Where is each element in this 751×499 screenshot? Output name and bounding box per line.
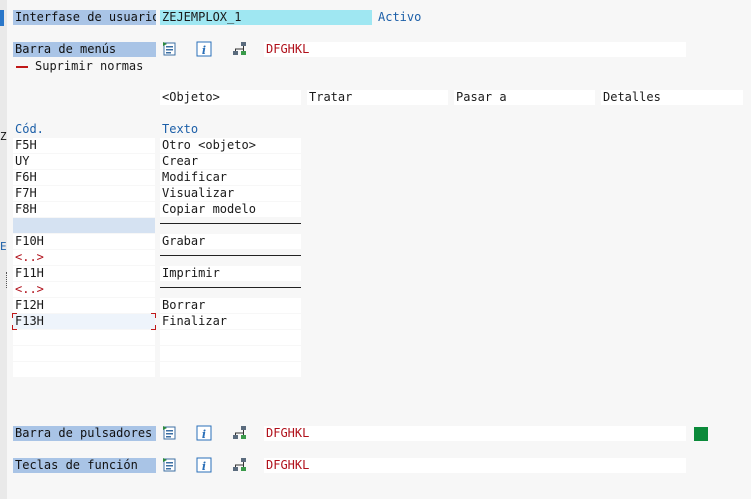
row-text-cell[interactable]: Visualizar — [160, 186, 301, 201]
row-code-cell[interactable]: <..> — [13, 282, 155, 297]
row-code-cell[interactable] — [13, 346, 155, 361]
row-code-cell[interactable]: F8H — [13, 202, 155, 217]
row-text-cell[interactable]: Grabar — [160, 234, 301, 249]
hierarchy-icon[interactable] — [232, 425, 248, 441]
function-keys-label: Teclas de función — [13, 458, 156, 473]
object-list-icon[interactable] — [162, 41, 178, 57]
row-text-cell[interactable] — [160, 362, 301, 377]
selection-bracket-bl — [12, 325, 17, 330]
separator-line — [160, 255, 301, 256]
hierarchy-icon[interactable] — [232, 457, 248, 473]
menu-col-tratar[interactable]: Tratar — [307, 90, 448, 105]
selection-bracket-br — [151, 325, 156, 330]
suppress-norms-link[interactable]: Suprimir normas — [35, 59, 143, 74]
row-code-cell[interactable]: F12H — [13, 298, 155, 313]
left-edge-grip[interactable] — [6, 272, 9, 288]
row-text-cell[interactable] — [160, 330, 301, 345]
row-code-cell[interactable] — [13, 330, 155, 345]
row-text-cell[interactable] — [160, 218, 301, 233]
left-edge-marker-top — [0, 10, 4, 26]
row-text-cell[interactable]: Crear — [160, 154, 301, 169]
svg-text:i: i — [202, 460, 206, 473]
row-code-cell[interactable]: F10H — [13, 234, 155, 249]
row-text-cell[interactable]: Otro <objeto> — [160, 138, 301, 153]
row-text-cell[interactable] — [160, 282, 301, 297]
row-code-cell[interactable]: F6H — [13, 170, 155, 185]
row-code-cell[interactable] — [13, 362, 155, 377]
separator-line — [160, 223, 301, 224]
row-code-cell[interactable]: F5H — [13, 138, 155, 153]
svg-text:i: i — [202, 428, 206, 441]
info-icon[interactable]: i — [196, 425, 212, 441]
row-text-cell[interactable]: Modificar — [160, 170, 301, 185]
svg-text:i: i — [202, 44, 206, 57]
object-list-icon[interactable] — [162, 425, 178, 441]
pushbuttons-label: Barra de pulsadores — [13, 426, 156, 441]
col-header-text: Texto — [162, 122, 199, 136]
left-edge-z: Z — [0, 130, 7, 143]
selection-bracket-tl — [12, 313, 17, 318]
row-text-cell[interactable] — [160, 346, 301, 361]
green-status-indicator — [694, 427, 708, 441]
info-icon[interactable]: i — [196, 457, 212, 473]
row-code-cell[interactable]: F11H — [13, 266, 155, 281]
pushbuttons-object-field[interactable]: DFGHKL — [264, 426, 686, 441]
row-code-cell[interactable]: F13H — [13, 314, 155, 329]
row-text-cell[interactable]: Finalizar — [160, 314, 301, 329]
row-text-cell[interactable]: Copiar modelo — [160, 202, 301, 217]
row-code-cell[interactable]: UY — [13, 154, 155, 169]
menu-col-detalles[interactable]: Detalles — [601, 90, 743, 105]
row-text-cell[interactable]: Borrar — [160, 298, 301, 313]
menubar-label: Barra de menús — [13, 42, 156, 57]
row-code-cell[interactable]: <..> — [13, 250, 155, 265]
collapse-icon[interactable] — [16, 66, 28, 68]
row-text-cell[interactable] — [160, 250, 301, 265]
row-text-cell[interactable]: Imprimir — [160, 266, 301, 281]
row-code-cell[interactable]: F7H — [13, 186, 155, 201]
row-code-cell[interactable] — [13, 218, 155, 233]
hierarchy-icon[interactable] — [232, 41, 248, 57]
interface-label: Interfase de usuario — [13, 10, 156, 25]
function-keys-object-field[interactable]: DFGHKL — [264, 458, 686, 473]
info-icon[interactable]: i — [196, 41, 212, 57]
left-edge-e: E — [0, 240, 7, 253]
separator-line — [160, 287, 301, 288]
interface-value-field[interactable]: ZEJEMPLOX_1 — [160, 10, 372, 25]
selection-bracket-tr — [151, 313, 156, 318]
interface-status: Activo — [378, 10, 422, 24]
menu-col-objeto[interactable]: <Objeto> — [160, 90, 301, 105]
object-list-icon[interactable] — [162, 457, 178, 473]
menu-col-pasar-a[interactable]: Pasar a — [454, 90, 595, 105]
col-header-code: Cód. — [15, 122, 44, 136]
menubar-object-field[interactable]: DFGHKL — [264, 42, 686, 57]
